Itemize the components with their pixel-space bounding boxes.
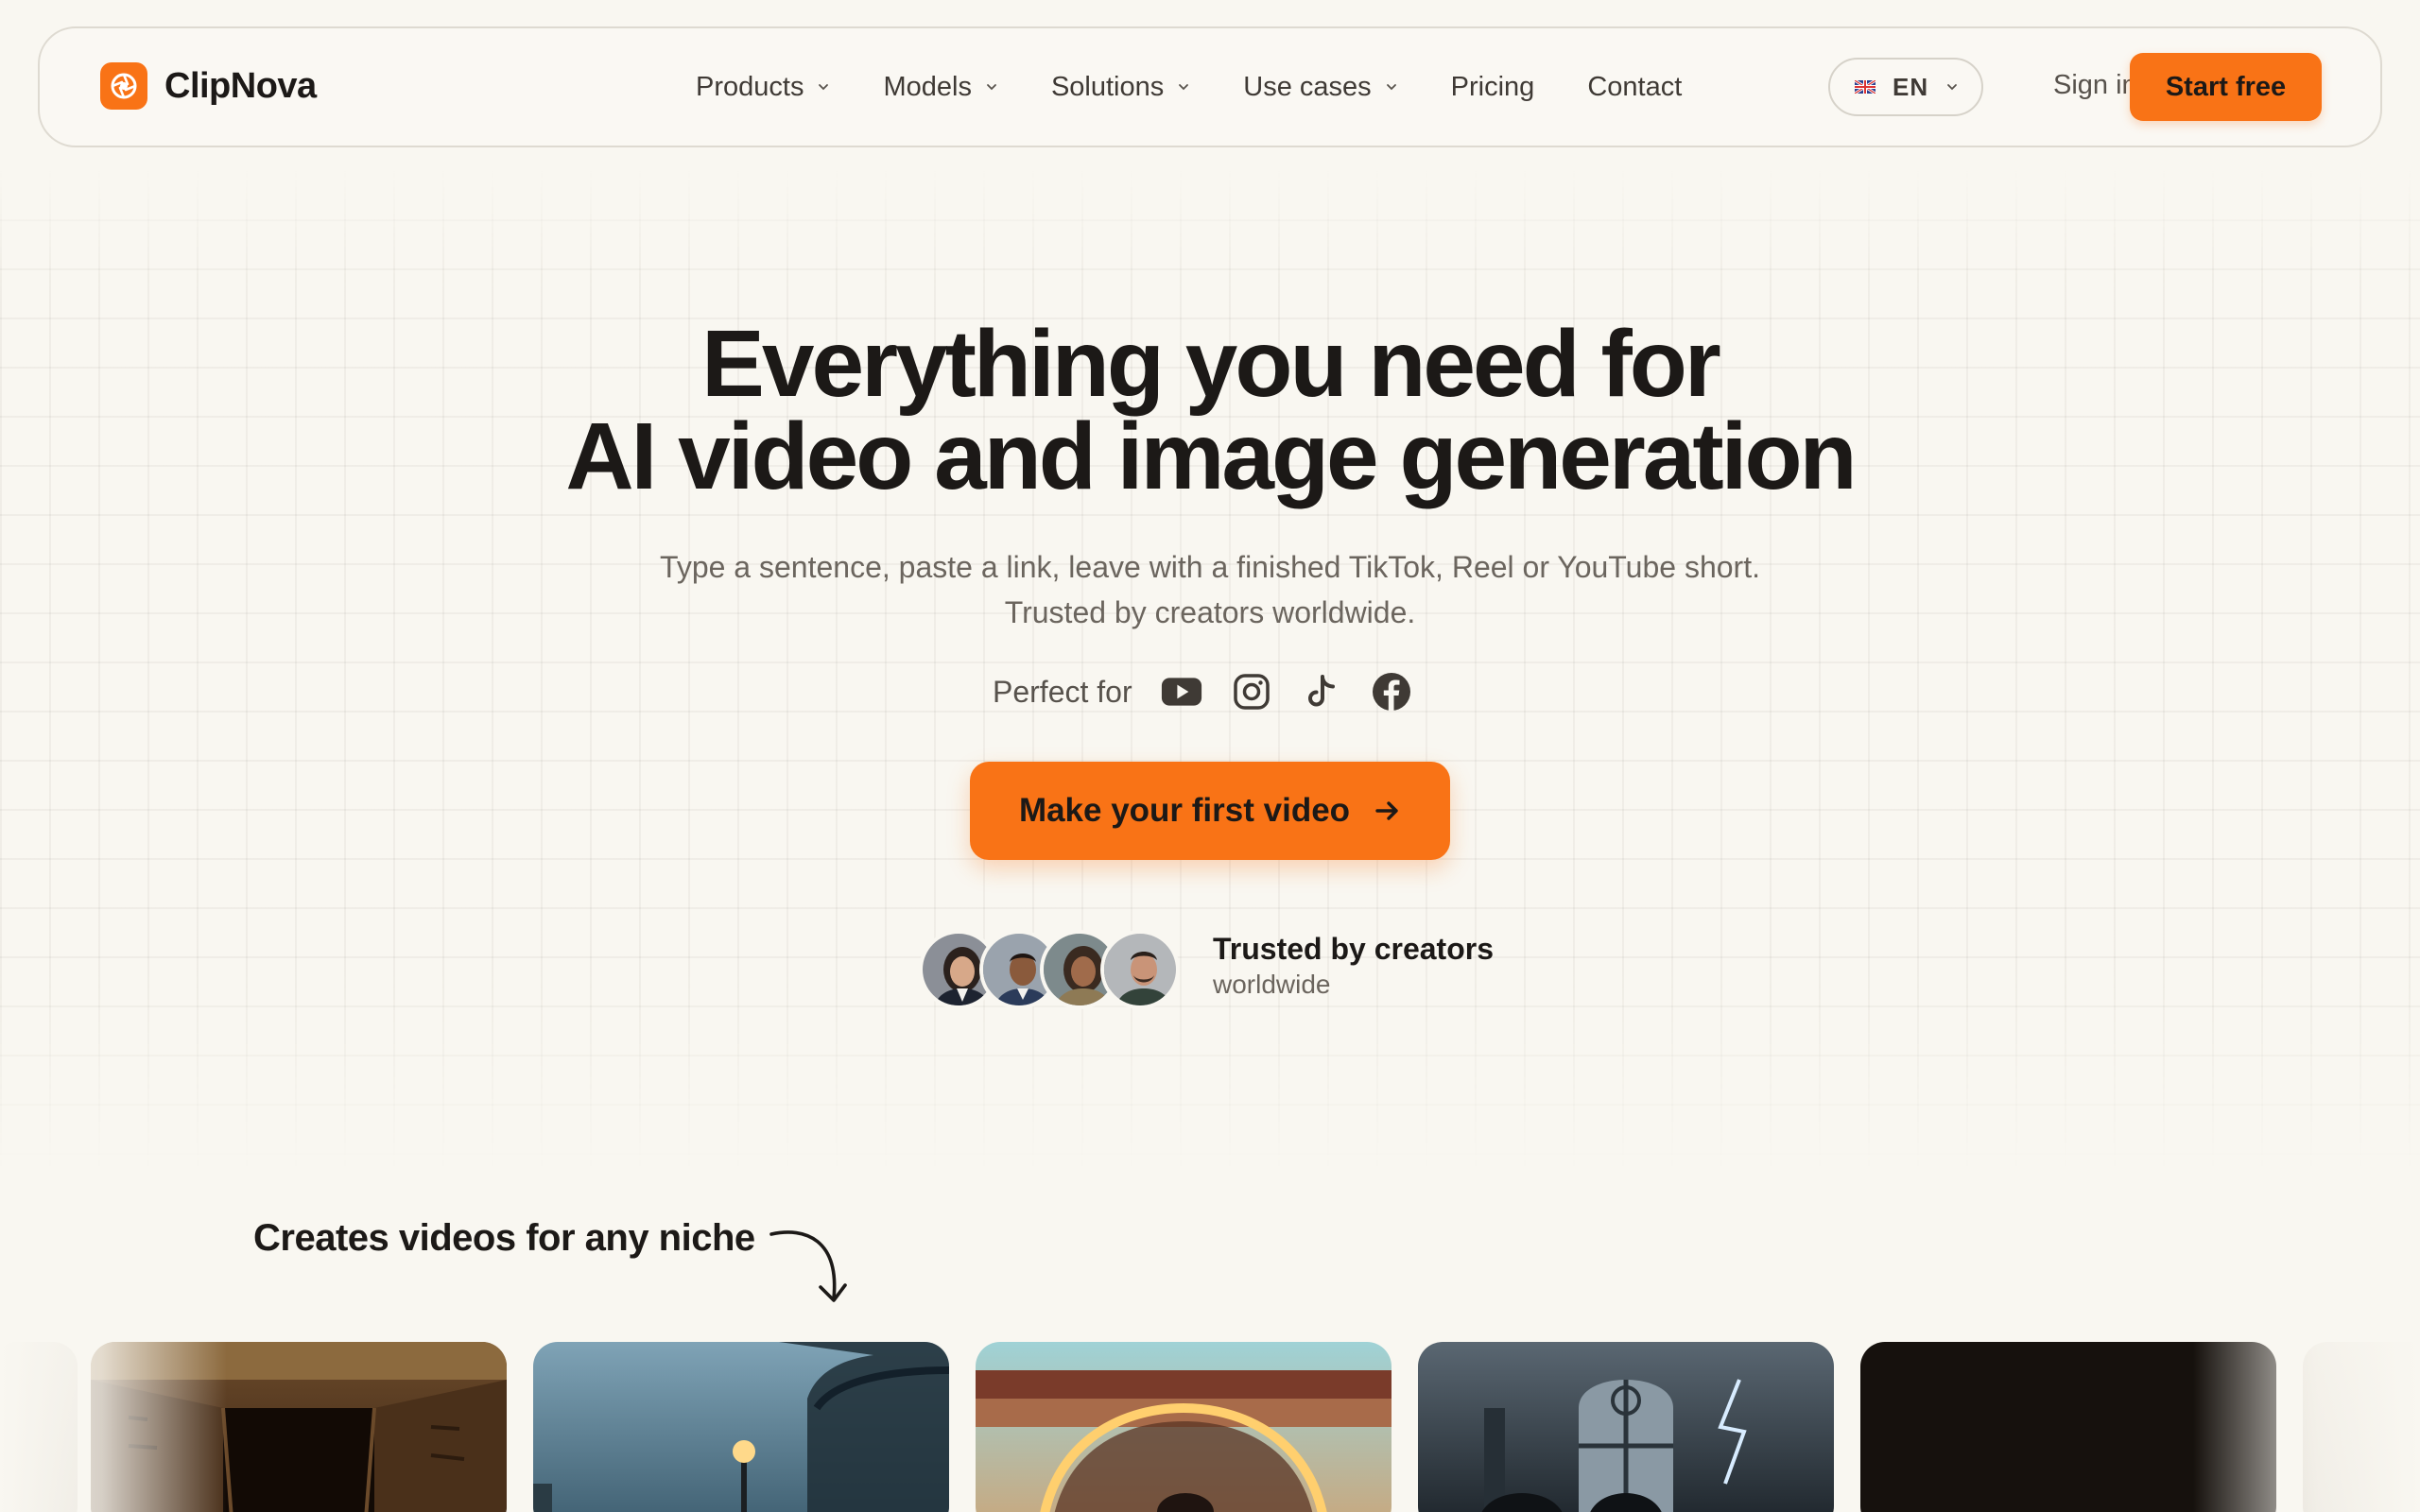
creator-avatars: [919, 930, 1180, 1009]
chevron-down-icon: [1386, 84, 1396, 91]
headline-line-2: AI video and image generation: [565, 404, 1857, 509]
main-menu: Products Models Solutions Use cases Pric…: [696, 28, 1682, 146]
nav-item-label: Products: [696, 71, 804, 102]
nav-item-label: Solutions: [1050, 71, 1165, 102]
niche-section-title: Creates videos for any niche: [253, 1217, 755, 1259]
nav-item-products[interactable]: Products: [696, 72, 830, 103]
carousel-fade-left: [0, 1323, 227, 1512]
nav-item-label: Contact: [1587, 71, 1683, 102]
language-code: EN: [1893, 72, 1929, 101]
chevron-down-icon: [819, 84, 829, 91]
chevron-down-icon: [987, 84, 996, 91]
nav-item-use-cases[interactable]: Use cases: [1243, 72, 1397, 103]
video-card-temple[interactable]: [976, 1342, 1392, 1512]
youtube-icon: [1161, 671, 1202, 713]
nav-item-pricing[interactable]: Pricing: [1451, 72, 1535, 103]
video-card-gothic[interactable]: [1418, 1342, 1834, 1512]
uk-flag-icon: [1855, 80, 1876, 94]
carousel-fade-right: [2193, 1323, 2420, 1512]
language-selector[interactable]: EN: [1828, 58, 1983, 116]
nav-item-models[interactable]: Models: [883, 72, 998, 103]
video-card-street[interactable]: [533, 1342, 949, 1512]
arrow-right-icon: [1375, 801, 1398, 820]
nav-item-label: Models: [883, 71, 972, 102]
avatar: [1100, 930, 1180, 1009]
tiktok-icon: [1301, 671, 1342, 713]
instagram-icon: [1231, 671, 1272, 713]
facebook-icon: [1371, 671, 1412, 713]
sign-in-link[interactable]: Sign in: [2053, 70, 2137, 101]
clipnova-logo-icon: [100, 62, 147, 110]
curved-arrow-icon: [769, 1230, 847, 1302]
chevron-down-icon: [1179, 84, 1189, 91]
hero-subtitle: Type a sentence, paste a link, leave wit…: [660, 550, 1760, 629]
make-first-video-button[interactable]: Make your first video: [970, 762, 1450, 860]
platforms-row: Perfect for: [993, 665, 1412, 718]
hero-headline: Everything you need for AI video and ima…: [0, 311, 2420, 509]
nav-item-contact[interactable]: Contact: [1587, 72, 1682, 103]
brand-name: ClipNova: [164, 65, 317, 106]
trust-subtitle: worldwide: [1213, 970, 1331, 999]
brand-logo-link[interactable]: ClipNova: [100, 62, 317, 110]
nav-item-solutions[interactable]: Solutions: [1051, 72, 1190, 103]
perfect-for-label: Perfect for: [993, 674, 1132, 709]
trust-title: Trusted by creators: [1213, 932, 1494, 966]
nav-item-label: Pricing: [1450, 71, 1535, 102]
top-navigation: ClipNova Products Models Solutions Use c…: [38, 26, 2382, 147]
headline-line-1: Everything you need for: [701, 311, 1721, 417]
trust-badge: Trusted by creators worldwide: [1213, 930, 1494, 1002]
cta-label: Make your first video: [1018, 792, 1351, 829]
chevron-down-icon: [1947, 84, 1958, 91]
nav-item-label: Use cases: [1243, 71, 1372, 102]
start-free-button[interactable]: Start free: [2130, 53, 2322, 121]
